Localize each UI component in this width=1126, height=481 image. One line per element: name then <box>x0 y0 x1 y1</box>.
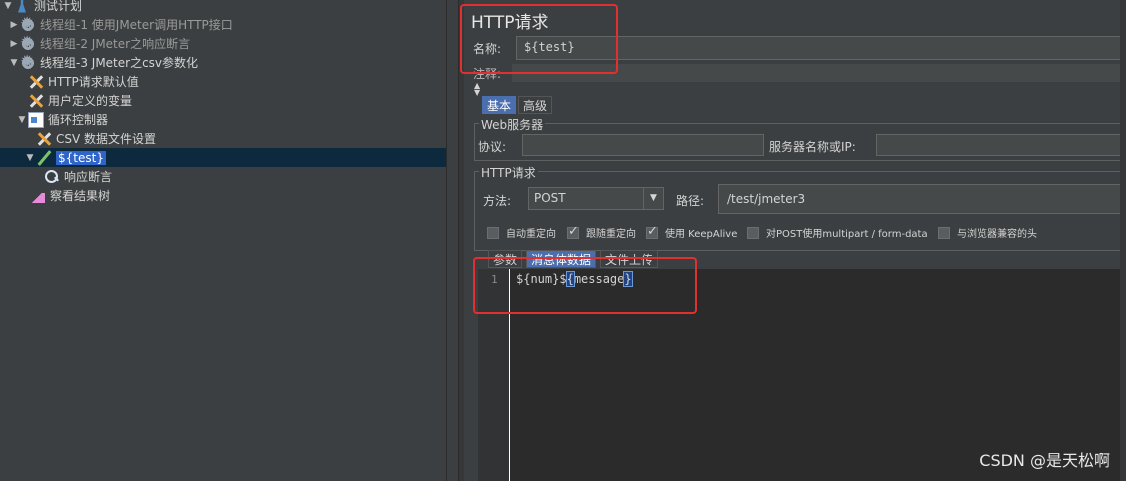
follow-redirect-checkbox[interactable]: 跟随重定向 <box>567 224 636 240</box>
auto-redirect-checkbox[interactable]: 自动重定向 <box>487 225 556 240</box>
expand-arrow-icon[interactable]: ▼ <box>24 153 36 163</box>
tree-item-label: 线程组-3 JMeter之csv参数化 <box>40 56 199 70</box>
keepalive-checkbox[interactable]: 使用 KeepAlive <box>646 224 738 240</box>
watermark: CSDN @是天松啊 <box>979 451 1110 470</box>
wrench-icon <box>28 74 44 90</box>
gear-icon <box>20 33 36 53</box>
web-server-title: Web服务器 <box>479 116 546 133</box>
expand-arrow-icon[interactable]: ▼ <box>8 58 20 68</box>
tree-item-http-defaults[interactable]: HTTP请求默认值 <box>28 72 139 91</box>
http-request-panel: HTTP请求 名称: ${test} 注释: ▲ ▼ 基本 高级 Web服务器 协… <box>464 0 1126 481</box>
checkbox-label: 跟随重定向 <box>586 229 636 240</box>
multipart-checkbox[interactable]: 对POST使用multipart / form-data <box>747 225 928 240</box>
server-label: 服务器名称或IP: <box>769 140 856 154</box>
tree-item-user-variables[interactable]: 用户定义的变量 <box>28 91 132 110</box>
line-number-gutter: 1 <box>478 269 510 481</box>
http-request-title: HTTP请求 <box>479 164 538 181</box>
checkbox-label: 使用 KeepAlive <box>665 229 738 240</box>
name-label: 名称: <box>473 42 502 56</box>
tree-item-label: ${test} <box>56 150 106 165</box>
protocol-input[interactable] <box>522 134 764 156</box>
collapse-toggle-icon[interactable]: ▲ ▼ <box>474 82 480 97</box>
tree-item-thread-group-3[interactable]: ▼ 线程组-3 JMeter之csv参数化 <box>8 52 199 72</box>
tree-item-label: 线程组-1 使用JMeter调用HTTP接口 <box>40 18 233 32</box>
method-label: 方法: <box>483 194 512 208</box>
collapse-arrow-icon[interactable]: ▶ <box>8 20 20 30</box>
server-input[interactable] <box>876 134 1126 156</box>
checkbox-box[interactable] <box>487 226 499 239</box>
expand-arrow-icon[interactable]: ▼ <box>2 1 14 11</box>
tree-item-thread-group-1[interactable]: ▶ 线程组-1 使用JMeter调用HTTP接口 <box>8 14 233 34</box>
dropdown-arrow-icon[interactable]: ▼ <box>643 188 663 209</box>
checkbox-label: 与浏览器兼容的头 <box>957 229 1037 240</box>
tree-item-thread-group-2[interactable]: ▶ 线程组-2 JMeter之响应断言 <box>8 33 191 53</box>
tree-item-label: 用户定义的变量 <box>48 94 133 108</box>
gear-icon <box>20 52 36 72</box>
checkbox-box[interactable] <box>567 224 579 239</box>
tree-item-results-tree[interactable]: 察看结果树 <box>30 186 110 205</box>
method-select[interactable]: POST ▼ <box>528 187 664 210</box>
tree-item-test-plan[interactable]: ▼ 测试计划 <box>2 0 82 15</box>
code-token: ${num}$ <box>516 272 567 286</box>
tab-body-data[interactable]: 消息体数据 <box>526 250 597 268</box>
comment-label: 注释: <box>473 67 502 81</box>
brace-match: } <box>623 271 633 287</box>
tree-item-http-request-selected[interactable]: ▼ ${test} <box>0 148 446 167</box>
name-field[interactable]: ${test} <box>516 36 1126 60</box>
page-title: HTTP请求 <box>471 13 549 33</box>
tree-item-response-assertion[interactable]: 响应断言 <box>44 167 112 186</box>
comment-field[interactable] <box>512 64 1126 82</box>
loop-controller-icon <box>28 111 44 128</box>
tree-item-label: 察看结果树 <box>50 189 111 203</box>
tab-basic[interactable]: 基本 <box>482 96 517 114</box>
tree-item-label: 测试计划 <box>34 0 83 13</box>
tab-advanced[interactable]: 高级 <box>518 96 553 114</box>
protocol-label: 协议: <box>478 140 507 154</box>
tab-file-upload[interactable]: 文件上传 <box>600 250 659 268</box>
tree-item-label: 响应断言 <box>64 170 113 184</box>
checkbox-box[interactable] <box>747 226 759 239</box>
scrollbar[interactable] <box>1120 0 1126 481</box>
collapse-arrow-icon[interactable]: ▶ <box>8 39 20 49</box>
line-number: 1 <box>491 273 498 286</box>
browser-headers-checkbox[interactable]: 与浏览器兼容的头 <box>938 225 1037 240</box>
checkbox-label: 对POST使用multipart / form-data <box>766 229 928 240</box>
wrench-icon <box>28 93 44 109</box>
tab-parameters[interactable]: 参数 <box>488 250 523 268</box>
brace-match: { <box>565 271 575 287</box>
graph-icon <box>30 188 46 204</box>
tree-item-loop-controller[interactable]: ▼ 循环控制器 <box>16 110 108 129</box>
tree-item-label: 线程组-2 JMeter之响应断言 <box>40 37 191 51</box>
path-label: 路径: <box>676 194 705 208</box>
search-icon <box>44 169 60 185</box>
code-line[interactable]: ${num}${message} <box>516 271 633 287</box>
test-plan-tree: ▼ 测试计划 ▶ 线程组-1 使用JMeter调用HTTP接口 ▶ 线程组-2 … <box>0 0 446 481</box>
tree-item-label: 循环控制器 <box>48 113 109 127</box>
sampler-pen-icon <box>36 150 52 166</box>
expand-arrow-icon[interactable]: ▼ <box>16 115 28 125</box>
checkbox-label: 自动重定向 <box>506 229 556 240</box>
code-token: message <box>573 272 625 286</box>
wrench-icon <box>36 131 52 147</box>
flask-icon <box>14 0 30 14</box>
path-input[interactable]: /test/jmeter3 <box>718 184 1126 214</box>
split-pane-divider[interactable] <box>446 0 458 481</box>
checkbox-box[interactable] <box>938 226 950 239</box>
tree-item-label: CSV 数据文件设置 <box>56 132 157 146</box>
tree-item-csv-config[interactable]: CSV 数据文件设置 <box>36 129 156 148</box>
gear-icon <box>20 14 36 34</box>
method-value: POST <box>534 191 566 205</box>
tree-item-label: HTTP请求默认值 <box>48 75 139 89</box>
checkbox-box[interactable] <box>646 224 658 239</box>
